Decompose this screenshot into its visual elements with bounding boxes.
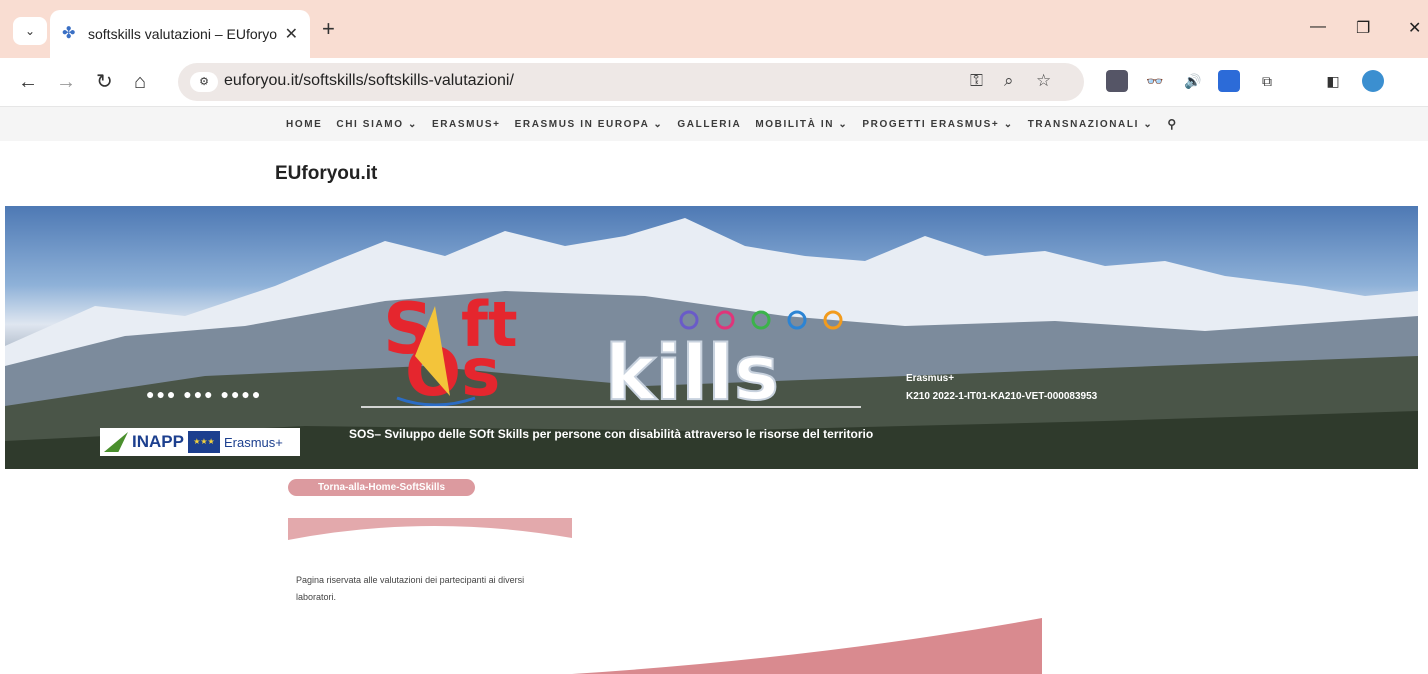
menu-chi-siamo[interactable]: CHI SIAMO ⌄ xyxy=(336,119,418,130)
browser-tab-strip: ⌄ ✤ softskills valutazioni – EUforyou ✕ … xyxy=(0,0,1428,58)
new-tab-button[interactable]: + xyxy=(322,16,335,42)
inapp-name: INAPP xyxy=(132,432,184,451)
menu-erasmus-in-europa[interactable]: ERASMUS IN EUROPA ⌄ xyxy=(515,119,664,130)
close-tab-icon[interactable]: ✕ xyxy=(285,24,298,44)
project-code: Erasmus+ K210 2022-1-IT01-KA210-VET-0000… xyxy=(906,370,1097,406)
back-icon[interactable]: ← xyxy=(18,70,38,94)
logo-os: Os xyxy=(405,334,501,411)
menu-home[interactable]: HOME xyxy=(286,119,322,130)
bookmark-star-icon[interactable]: ☆ xyxy=(1036,71,1051,91)
inapp-erasmus-logo: INAPP ★★★ Erasmus+ xyxy=(100,428,300,456)
tab-title: softskills valutazioni – EUforyou xyxy=(88,26,278,42)
extension-glasses-icon[interactable]: 👓 xyxy=(1144,70,1166,92)
menu-galleria[interactable]: GALLERIA xyxy=(677,119,741,130)
erasmus-label: Erasmus+ xyxy=(906,373,955,384)
tab-search-dropdown[interactable]: ⌄ xyxy=(13,17,47,45)
close-window-icon[interactable]: ✕ xyxy=(1408,18,1421,38)
card-top-wave xyxy=(288,518,572,540)
url-text[interactable]: euforyou.it/softskills/softskills-valuta… xyxy=(224,72,514,90)
browser-toolbar: ← → ↻ ⌂ ⚙ euforyou.it/softskills/softski… xyxy=(0,58,1428,107)
bottom-decor-wave xyxy=(572,618,1042,674)
audio-icon[interactable]: 🔊 xyxy=(1182,70,1204,92)
project-tagline: SOS– Sviluppo delle SOft Skills per pers… xyxy=(349,427,874,441)
eu-flag-icon: ★★★ xyxy=(187,431,220,453)
active-tab[interactable]: ✤ softskills valutazioni – EUforyou ✕ xyxy=(50,10,310,58)
minimize-icon[interactable]: — xyxy=(1310,18,1326,36)
menu-mobilita-in[interactable]: MOBILITÀ IN ⌄ xyxy=(755,119,848,130)
site-title[interactable]: EUforyou.it xyxy=(275,163,377,185)
hero-banner: S ft Os kills ●●● ●●● ●●●● Erasmus+ K210… xyxy=(5,206,1418,469)
address-bar[interactable]: ⚙ euforyou.it/softskills/softskills-valu… xyxy=(178,63,1084,101)
reload-icon[interactable]: ↻ xyxy=(96,70,113,94)
back-to-home-button[interactable]: Torna-alla-Home-SoftSkills xyxy=(288,479,475,496)
extensions-puzzle-icon[interactable]: ⧉ xyxy=(1256,70,1278,92)
extension-blue-icon[interactable] xyxy=(1218,70,1240,92)
search-icon[interactable]: ⚲ xyxy=(1167,117,1177,131)
menu-transnazionali[interactable]: TRANSNAZIONALI ⌄ xyxy=(1028,119,1154,130)
extension-1-icon[interactable] xyxy=(1106,70,1128,92)
restore-icon[interactable]: ❐ xyxy=(1356,18,1370,38)
site-main-menu: HOME CHI SIAMO ⌄ ERASMUS+ ERASMUS IN EUR… xyxy=(0,107,1428,141)
zoom-icon[interactable]: ⌕ xyxy=(1004,71,1014,91)
logo-kills: kills xyxy=(604,327,780,418)
home-icon[interactable]: ⌂ xyxy=(134,70,146,94)
profile-avatar[interactable] xyxy=(1362,70,1384,92)
inapp-leaf-icon xyxy=(104,432,128,452)
menu-progetti-erasmus[interactable]: PROGETTI ERASMUS+ ⌄ xyxy=(862,119,1013,130)
site-info-icon[interactable]: ⚙ xyxy=(190,72,218,92)
project-code-number: K210 2022-1-IT01-KA210-VET-000083953 xyxy=(906,391,1098,402)
forward-icon[interactable]: → xyxy=(56,70,76,94)
page-intro-text: Pagina riservata alle valutazioni dei pa… xyxy=(296,575,525,602)
key-icon[interactable]: ⚿ xyxy=(970,71,983,91)
side-panel-icon[interactable]: ◧ xyxy=(1322,70,1344,92)
site-favicon-icon: ✤ xyxy=(62,25,76,42)
menu-erasmus[interactable]: ERASMUS+ xyxy=(432,119,501,130)
erasmus-plus-logo-text: Erasmus+ xyxy=(223,434,283,450)
decorative-dots: ●●● ●●● ●●●● xyxy=(146,386,263,402)
